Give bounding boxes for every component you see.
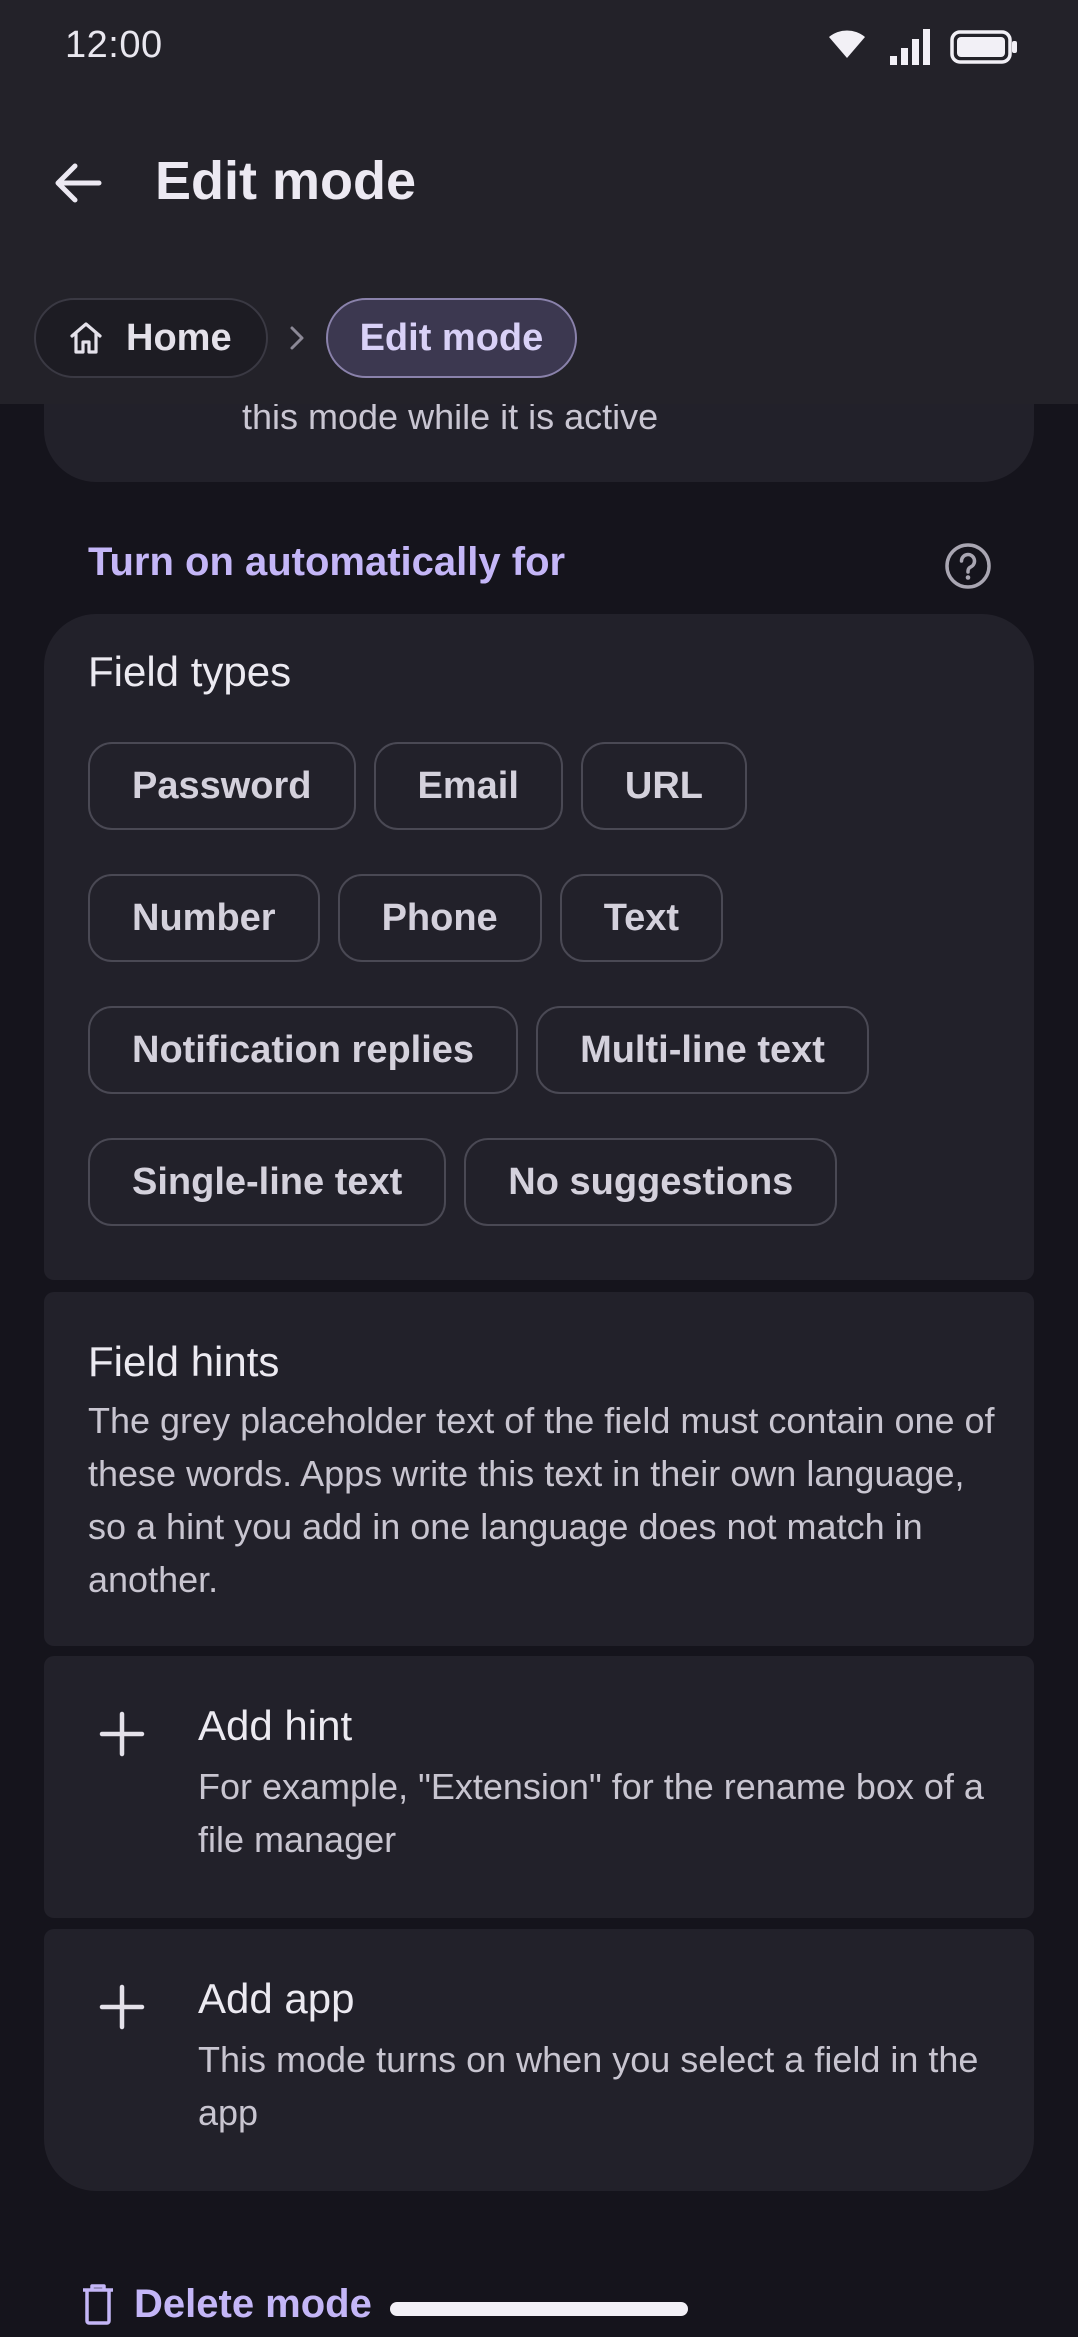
add-hint-description: For example, "Extension" for the rename … (198, 1766, 984, 1860)
breadcrumb-separator (268, 324, 326, 352)
chip-email[interactable]: Email (373, 742, 563, 830)
field-types-card: Field types Password Email URL Number Ph… (44, 614, 1034, 1280)
wifi-icon (829, 30, 865, 58)
home-icon (70, 322, 102, 354)
add-app-title: Add app (198, 1975, 355, 2022)
battery-icon (950, 30, 1017, 64)
chip-notification-replies[interactable]: Notification replies (88, 1006, 519, 1094)
gesture-home-indicator[interactable] (390, 2302, 688, 2316)
chip-row: Password Email URL (88, 742, 1008, 830)
delete-mode-button[interactable]: Delete mode (80, 2276, 372, 2332)
add-hint-button[interactable]: Add hint For example, "Extension" for th… (44, 1656, 1034, 1918)
chip-password[interactable]: Password (88, 742, 356, 830)
add-app-description: This mode turns on when you select a fie… (198, 2039, 979, 2133)
breadcrumb: Home Edit mode (34, 298, 578, 378)
top-app-bar: 12:00 Edit mode Home Edit mode (0, 0, 1078, 404)
field-hints-description: The grey placeholder text of the field m… (88, 1400, 995, 1600)
chip-number[interactable]: Number (88, 874, 320, 962)
chip-phone[interactable]: Phone (337, 874, 542, 962)
field-types-title: Field types (88, 648, 292, 695)
chip-multi-line-text[interactable]: Multi-line text (536, 1006, 869, 1094)
status-time: 12:00 (65, 24, 163, 66)
chip-row: Single-line text No suggestions (88, 1138, 1008, 1226)
chip-row: Notification replies Multi-line text (88, 1006, 1008, 1094)
add-hint-title: Add hint (198, 1702, 353, 1749)
plus-icon (99, 1711, 145, 1757)
field-hints-title: Field hints (88, 1338, 280, 1385)
section-header-auto: Turn on automatically for (88, 540, 566, 584)
help-icon (945, 543, 991, 589)
arrow-back-icon (55, 163, 102, 203)
trash-icon (83, 2284, 113, 2325)
help-button[interactable] (940, 538, 996, 594)
breadcrumb-home[interactable]: Home (34, 298, 268, 378)
delete-mode-label: Delete mode (134, 2281, 372, 2326)
chip-url[interactable]: URL (580, 742, 748, 830)
chip-no-suggestions[interactable]: No suggestions (464, 1138, 838, 1226)
signal-icon (890, 29, 930, 65)
add-app-button[interactable]: Add app This mode turns on when you sele… (44, 1929, 1034, 2191)
breadcrumb-current[interactable]: Edit mode (325, 298, 578, 378)
status-bar: 12:00 (0, 0, 1078, 96)
chip-text[interactable]: Text (559, 874, 724, 962)
field-type-chips: Password Email URL Number Phone Text Not… (88, 742, 1008, 1270)
field-hints-card: Field hints The grey placeholder text of… (44, 1292, 1034, 1646)
plus-icon (99, 1984, 145, 2030)
chip-single-line-text[interactable]: Single-line text (88, 1138, 447, 1226)
page-title: Edit mode (155, 151, 417, 211)
back-button[interactable] (40, 145, 116, 221)
chevron-right-icon (290, 326, 304, 350)
breadcrumb-home-label: Home (126, 316, 232, 359)
chip-row: Number Phone Text (88, 874, 1008, 962)
